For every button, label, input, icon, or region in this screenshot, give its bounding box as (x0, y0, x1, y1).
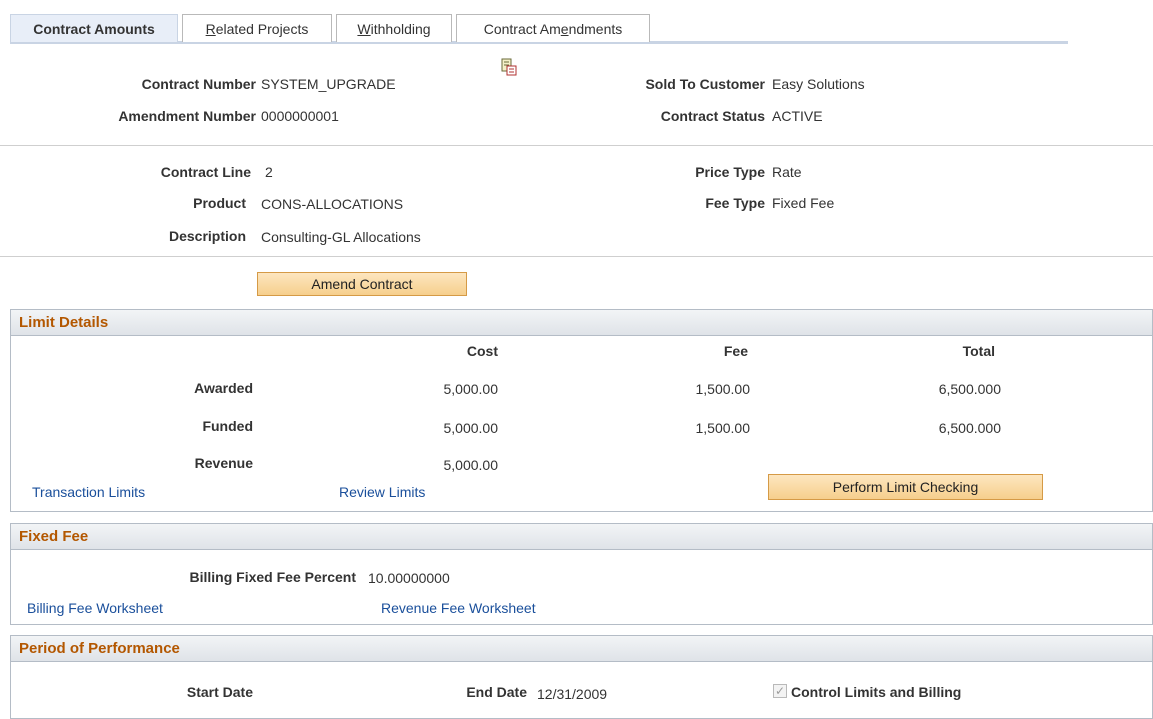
billing-fixed-fee-percent-label: Billing Fixed Fee Percent (189, 569, 357, 585)
revenue-cost: 5,000.00 (443, 457, 499, 473)
billing-fee-worksheet-link[interactable]: Billing Fee Worksheet (27, 600, 163, 616)
column-header-total: Total (962, 343, 995, 359)
awarded-total: 6,500.000 (938, 381, 1001, 397)
period-of-performance-header: Period of Performance (11, 636, 1152, 662)
end-date-label: End Date (466, 684, 527, 700)
fixed-fee-group: Fixed Fee (10, 523, 1153, 625)
tab-accesskey: R (205, 21, 216, 37)
contract-status-value: ACTIVE (772, 108, 823, 124)
amendment-number-label: Amendment Number (118, 108, 256, 124)
description-value: Consulting-GL Allocations (261, 229, 421, 245)
perform-limit-checking-button[interactable]: Perform Limit Checking (768, 474, 1043, 500)
tab-label: Contract Am (483, 21, 561, 37)
fee-type-value: Fixed Fee (772, 195, 835, 211)
transaction-limits-link[interactable]: Transaction Limits (32, 484, 145, 500)
report-icon[interactable] (501, 58, 517, 76)
control-limits-checkbox[interactable]: ✓ (773, 684, 787, 698)
fee-type-label: Fee Type (705, 195, 765, 211)
awarded-fee: 1,500.00 (695, 381, 751, 397)
fixed-fee-header: Fixed Fee (11, 524, 1152, 550)
awarded-label: Awarded (194, 380, 253, 396)
description-label: Description (168, 228, 246, 244)
contract-number-value: SYSTEM_UPGRADE (261, 76, 396, 92)
tab-accesskey: e (560, 21, 569, 37)
end-date-value: 12/31/2009 (537, 686, 608, 702)
contract-line-label: Contract Line (160, 164, 251, 180)
funded-total: 6,500.000 (938, 420, 1001, 436)
control-limits-label: Control Limits and Billing (791, 684, 962, 700)
section-divider (0, 145, 1153, 146)
limit-details-header: Limit Details (11, 310, 1152, 336)
start-date-label: Start Date (186, 684, 253, 700)
amendment-number-value: 0000000001 (261, 108, 339, 124)
tab-related-projects[interactable]: Related Projects (182, 14, 332, 42)
column-header-cost: Cost (466, 343, 498, 359)
tab-label: elated Projects (215, 21, 309, 37)
contract-number-label: Contract Number (141, 76, 256, 92)
billing-fixed-fee-percent-value: 10.00000000 (368, 570, 450, 586)
period-of-performance-group: Period of Performance (10, 635, 1153, 719)
checkmark-icon: ✓ (774, 684, 786, 698)
sold-to-customer-value: Easy Solutions (772, 76, 865, 92)
amend-contract-button[interactable]: Amend Contract (257, 272, 467, 296)
revenue-label: Revenue (194, 455, 253, 471)
contract-line-value: 2 (265, 164, 273, 180)
price-type-label: Price Type (695, 164, 765, 180)
revenue-fee-worksheet-link[interactable]: Revenue Fee Worksheet (381, 600, 536, 616)
awarded-cost: 5,000.00 (443, 381, 499, 397)
section-divider (0, 256, 1153, 257)
tab-contract-amendments[interactable]: Contract Amendments (456, 14, 650, 42)
column-header-fee: Fee (723, 343, 748, 359)
funded-fee: 1,500.00 (695, 420, 751, 436)
tab-contract-amounts[interactable]: Contract Amounts (10, 14, 178, 42)
tab-accesskey: W (357, 21, 371, 37)
review-limits-link[interactable]: Review Limits (339, 484, 425, 500)
tab-label: ndments (568, 21, 623, 37)
funded-label: Funded (202, 418, 253, 434)
product-value: CONS-ALLOCATIONS (261, 196, 404, 212)
tab-label: Contract Amounts (33, 21, 155, 37)
sold-to-customer-label: Sold To Customer (645, 76, 765, 92)
product-label: Product (193, 195, 246, 211)
funded-cost: 5,000.00 (443, 420, 499, 436)
price-type-value: Rate (772, 164, 802, 180)
tab-withholding[interactable]: Withholding (336, 14, 452, 42)
tab-label: ithholding (370, 21, 431, 37)
contract-status-label: Contract Status (660, 108, 765, 124)
